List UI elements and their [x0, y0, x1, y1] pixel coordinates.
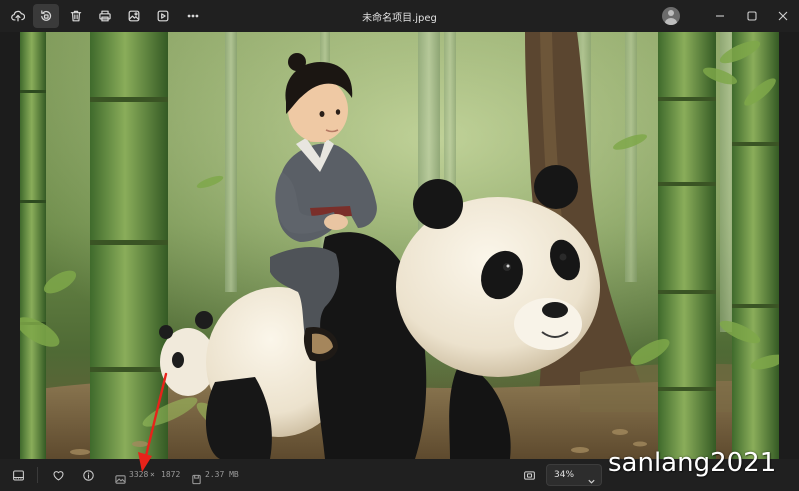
video-icon: [157, 10, 169, 22]
fit-screen-icon: [523, 470, 535, 480]
file-size: 2.37 MB: [205, 470, 239, 479]
cloud-upload-icon: [11, 10, 25, 22]
resolution-icon: [115, 470, 126, 484]
filmstrip-icon: [12, 470, 24, 480]
title-bar: 未命名项目.jpeg: [0, 0, 799, 32]
delete-icon: [70, 10, 82, 22]
close-icon: [778, 11, 788, 21]
chevron-down-icon: [587, 471, 596, 484]
delete-button[interactable]: [63, 4, 89, 28]
file-size-icon: [191, 470, 202, 485]
zoom-level: 34%: [554, 470, 575, 480]
video-button[interactable]: [150, 4, 176, 28]
close-button[interactable]: [773, 6, 793, 26]
print-icon: [99, 10, 111, 22]
rotate-button[interactable]: [33, 4, 59, 28]
upload-button[interactable]: [5, 4, 31, 28]
watermark-text: sanlang2021: [608, 448, 777, 478]
heart-icon: [53, 470, 63, 480]
minimize-button[interactable]: [710, 6, 730, 26]
account-avatar[interactable]: [662, 7, 680, 25]
divider: [37, 467, 38, 483]
minimize-icon: [716, 15, 724, 17]
print-button[interactable]: [92, 4, 118, 28]
favorite-button[interactable]: [50, 467, 66, 483]
fit-to-window-button[interactable]: [521, 467, 537, 483]
maximize-button[interactable]: [742, 6, 762, 26]
zoom-dropdown[interactable]: 34%: [546, 464, 602, 486]
rotate-icon: [41, 10, 52, 21]
file-info-button[interactable]: [80, 467, 96, 483]
edit-image-button[interactable]: [121, 4, 147, 28]
annotation-arrow: [138, 372, 168, 472]
filmstrip-toggle-button[interactable]: [10, 467, 26, 483]
more-icon: [187, 14, 199, 18]
edit-image-icon: [128, 10, 140, 22]
more-button[interactable]: [180, 4, 206, 28]
info-icon: [82, 469, 94, 481]
maximize-icon: [747, 11, 757, 21]
